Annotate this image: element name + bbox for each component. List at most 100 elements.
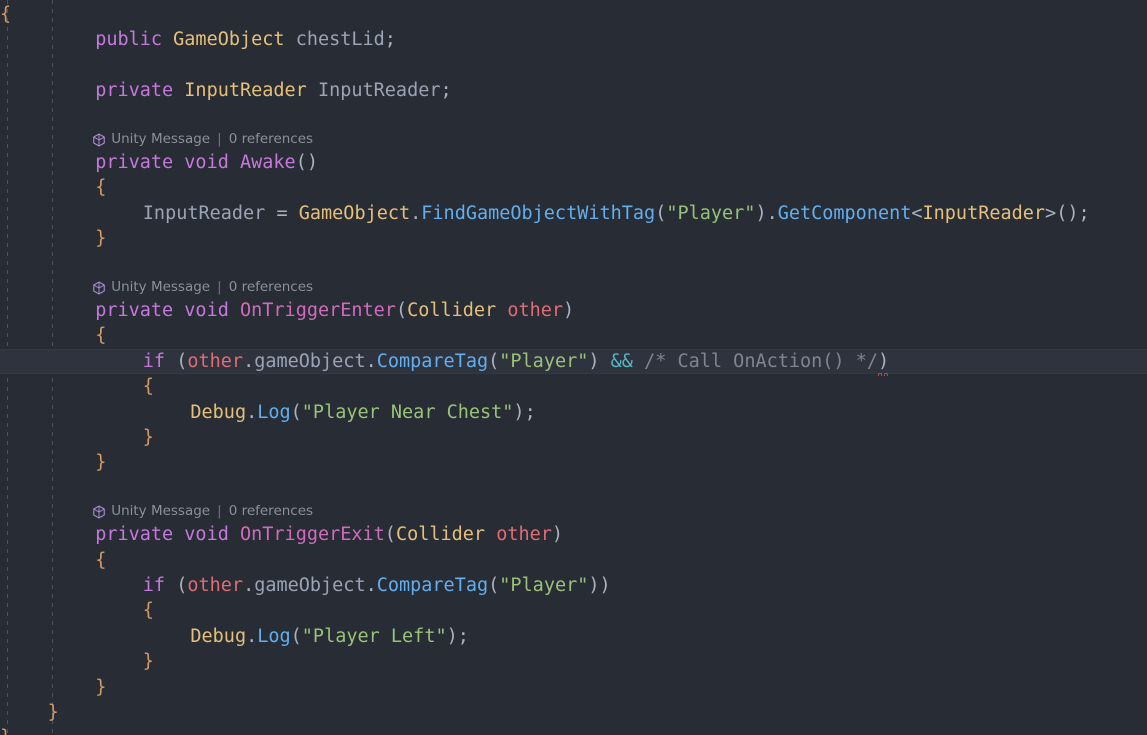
code-line-text: if (other.gameObject.CompareTag("Player"… [143, 349, 890, 377]
unity-cube-icon [92, 133, 106, 147]
code-token: . [766, 202, 778, 224]
code-token: . [410, 202, 422, 224]
code-line[interactable] [0, 53, 1147, 78]
code-token: . [246, 625, 258, 647]
code-line[interactable]: public GameObject chestLid; [0, 27, 1147, 52]
code-token: InputReader [184, 80, 307, 102]
code-line[interactable]: private void OnTriggerEnter(Collider oth… [0, 298, 1147, 323]
code-line-text: private InputReader InputReader; [95, 78, 451, 103]
code-line[interactable]: } [0, 649, 1147, 674]
codelens-label[interactable]: Unity Message [111, 501, 210, 522]
code-token: ( [395, 300, 408, 321]
code-token: other [187, 575, 244, 596]
code-line-text: } [95, 226, 106, 251]
code-line[interactable]: Debug.Log("Player Near Chest"); [0, 400, 1147, 425]
code-token: OnTriggerExit [240, 524, 385, 546]
code-line[interactable]: } [0, 725, 1147, 735]
code-line[interactable]: { [0, 548, 1147, 573]
code-line[interactable] [0, 252, 1147, 277]
code-token: Log [257, 401, 291, 423]
code-line[interactable]: private InputReader InputReader; [0, 78, 1147, 103]
code-line-active[interactable]: if (other.gameObject.CompareTag("Player"… [0, 348, 1147, 377]
code-line[interactable]: if (other.gameObject.CompareTag("Player"… [0, 573, 1147, 598]
code-line[interactable] [0, 104, 1147, 129]
codelens-label[interactable]: Unity Message [111, 129, 210, 150]
code-token: GameObject [298, 202, 411, 224]
code-token: . [243, 575, 255, 596]
codelens-content: Unity Message | 0 references [92, 129, 313, 150]
code-line[interactable]: private void Awake() [0, 150, 1147, 175]
code-token: } [142, 427, 154, 448]
code-token: void [184, 300, 229, 321]
codelens-references[interactable]: 0 references [229, 501, 313, 522]
code-line-text: { [95, 548, 106, 573]
code-token: } [0, 727, 11, 735]
code-token: { [95, 549, 107, 571]
code-token: InputReader [142, 202, 266, 224]
code-token: . [243, 350, 255, 372]
code-token: . [246, 401, 258, 423]
code-line[interactable]: } [0, 226, 1147, 251]
code-line-text: { [143, 598, 154, 623]
code-token: () [295, 152, 318, 173]
code-line[interactable]: } [0, 700, 1147, 725]
code-line-text: } [143, 649, 154, 674]
codelens-separator: | [217, 131, 222, 147]
code-token: /* Call OnAction() */ [644, 350, 878, 372]
code-line[interactable]: } [0, 450, 1147, 475]
code-token: GetComponent [777, 202, 912, 224]
unity-cube-icon [92, 281, 106, 295]
codelens-separator: | [217, 503, 222, 520]
codelens-row: Unity Message | 0 references [0, 129, 1147, 150]
code-line[interactable]: Debug.Log("Player Left"); [0, 624, 1147, 649]
code-token: private [95, 80, 174, 102]
code-line[interactable]: { [0, 2, 1147, 27]
code-token: ( [488, 350, 500, 372]
code-token: ( [290, 625, 302, 647]
code-line-text: } [0, 725, 11, 735]
codelens-references[interactable]: 0 references [229, 129, 313, 150]
code-line-text: } [48, 700, 59, 725]
code-token: ( [176, 350, 188, 372]
code-line[interactable]: InputReader = GameObject.FindGameObjectW… [0, 201, 1147, 226]
code-line[interactable]: { [0, 175, 1147, 200]
code-line-text: private void OnTriggerEnter(Collider oth… [95, 298, 574, 323]
codelens-row: Unity Message | 0 references [0, 277, 1147, 298]
code-token: > [1045, 202, 1057, 224]
code-line[interactable]: private void OnTriggerExit(Collider othe… [0, 522, 1147, 547]
code-line[interactable]: } [0, 425, 1147, 450]
code-token: "Player Near Chest" [301, 401, 514, 423]
code-token: ) [513, 401, 525, 423]
code-token: Collider [407, 300, 497, 321]
code-line[interactable]: { [0, 374, 1147, 399]
code-token: ; [524, 401, 536, 423]
code-token: < [911, 202, 923, 224]
code-token: Collider [395, 524, 486, 546]
code-token: InputReader [922, 202, 1046, 224]
code-token: GameObject [173, 29, 285, 51]
code-token: ( [655, 202, 667, 224]
code-token: Awake [240, 152, 296, 173]
codelens-label[interactable]: Unity Message [111, 277, 210, 298]
code-token: { [0, 4, 12, 25]
code-token: } [142, 651, 154, 673]
code-editor[interactable]: {public GameObject chestLid; private Inpu… [0, 0, 1147, 735]
code-line[interactable]: { [0, 323, 1147, 348]
code-line[interactable]: } [0, 675, 1147, 700]
code-token: } [95, 676, 107, 698]
code-token: Debug [190, 625, 247, 647]
codelens-references[interactable]: 0 references [229, 277, 313, 298]
code-token: = [265, 202, 299, 224]
code-line[interactable]: { [0, 598, 1147, 623]
code-token: void [184, 524, 229, 546]
code-line[interactable] [0, 476, 1147, 501]
code-line-text: { [143, 374, 154, 399]
code-line-text: Debug.Log("Player Near Chest"); [190, 400, 535, 425]
